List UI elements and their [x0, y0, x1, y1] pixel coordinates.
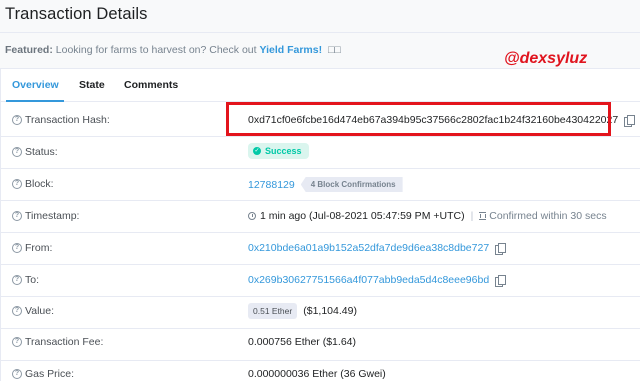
from-label: ? From:	[12, 242, 52, 254]
ether-badge: 0.51 Ether	[248, 303, 298, 319]
to-label-text: To:	[25, 274, 40, 286]
timestamp-text: 1 min ago (Jul-08-2021 05:47:59 PM +UTC)	[260, 210, 465, 222]
hourglass-icon	[479, 212, 487, 220]
value-label-text: Value:	[25, 305, 54, 317]
fee-label: ? Transaction Fee:	[12, 336, 103, 348]
row-divider	[1, 136, 640, 137]
row-divider	[1, 264, 640, 265]
row-divider	[1, 360, 640, 361]
help-icon[interactable]: ?	[12, 337, 22, 347]
copy-icon[interactable]	[495, 274, 507, 287]
gas-value: 0.000000036 Ether (36 Gwei)	[248, 368, 386, 380]
fee-value: 0.000756 Ether ($1.64)	[248, 336, 356, 348]
featured-emoji: □□	[328, 44, 341, 56]
value-label: ? Value:	[12, 305, 54, 317]
help-icon[interactable]: ?	[12, 275, 22, 285]
gas-label: ? Gas Price:	[12, 368, 74, 380]
highlight-annotation	[226, 102, 611, 136]
status-value: ✓ Success	[248, 143, 309, 159]
row-divider	[1, 328, 640, 329]
to-label: ? To:	[12, 274, 39, 286]
tab-bar: Overview State Comments	[1, 69, 640, 102]
block-label-text: Block:	[25, 178, 54, 190]
status-label-text: Status:	[25, 146, 58, 158]
featured-text: Looking for farms to harvest on? Check o…	[55, 44, 257, 56]
to-value: 0x269b30627751566a4f077abb9eda5d4c8eee96…	[248, 274, 507, 287]
check-circle-icon: ✓	[253, 147, 261, 155]
status-text: Success	[265, 146, 302, 156]
timestamp-label: ? Timestamp:	[12, 210, 79, 222]
hash-label: ? Transaction Hash:	[12, 114, 110, 126]
fee-label-text: Transaction Fee:	[25, 336, 104, 348]
block-number-link[interactable]: 12788129	[248, 179, 295, 191]
tab-state[interactable]: State	[79, 79, 105, 91]
featured-banner: Featured: Looking for farms to harvest o…	[5, 44, 341, 56]
tab-overview[interactable]: Overview	[12, 79, 59, 91]
yield-farms-link[interactable]: Yield Farms!	[259, 44, 322, 56]
row-divider	[1, 168, 640, 169]
help-icon[interactable]: ?	[12, 306, 22, 316]
to-address-link[interactable]: 0x269b30627751566a4f077abb9eda5d4c8eee96…	[248, 274, 489, 286]
timestamp-label-text: Timestamp:	[25, 210, 80, 222]
from-label-text: From:	[25, 242, 53, 254]
help-icon[interactable]: ?	[12, 147, 22, 157]
active-tab-indicator	[6, 100, 64, 102]
confirmations-badge: 4 Block Confirmations	[300, 177, 403, 192]
row-divider	[1, 296, 640, 297]
status-badge: ✓ Success	[248, 143, 309, 159]
status-label: ? Status:	[12, 146, 58, 158]
block-value: 12788129 4 Block Confirmations	[248, 177, 403, 192]
help-icon[interactable]: ?	[12, 179, 22, 189]
separator: |	[470, 210, 474, 222]
watermark: @dexsyluz	[504, 50, 588, 67]
gas-label-text: Gas Price:	[25, 368, 75, 380]
copy-icon[interactable]	[624, 114, 636, 127]
page-title: Transaction Details	[5, 5, 148, 23]
featured-prefix: Featured:	[5, 44, 53, 56]
usd-value: ($1,104.49)	[303, 305, 357, 317]
help-icon[interactable]: ?	[12, 369, 22, 379]
clock-icon	[248, 212, 256, 220]
block-label: ? Block:	[12, 178, 54, 190]
page-divider	[0, 32, 640, 33]
timestamp-value: 1 min ago (Jul-08-2021 05:47:59 PM +UTC)…	[248, 210, 607, 222]
help-icon[interactable]: ?	[12, 243, 22, 253]
from-address-link[interactable]: 0x210bde6a01a9b152a52dfa7de9d6ea38c8dbe7…	[248, 242, 489, 254]
value-value: 0.51 Ether ($1,104.49)	[248, 303, 357, 319]
from-value: 0x210bde6a01a9b152a52dfa7de9d6ea38c8dbe7…	[248, 242, 507, 255]
hash-label-text: Transaction Hash:	[25, 114, 110, 126]
help-icon[interactable]: ?	[12, 211, 22, 221]
help-icon[interactable]: ?	[12, 115, 22, 125]
row-divider	[1, 200, 640, 201]
row-divider	[1, 232, 640, 233]
confirmed-text: Confirmed within 30 secs	[489, 210, 607, 222]
copy-icon[interactable]	[495, 242, 507, 255]
tab-comments[interactable]: Comments	[124, 79, 178, 91]
